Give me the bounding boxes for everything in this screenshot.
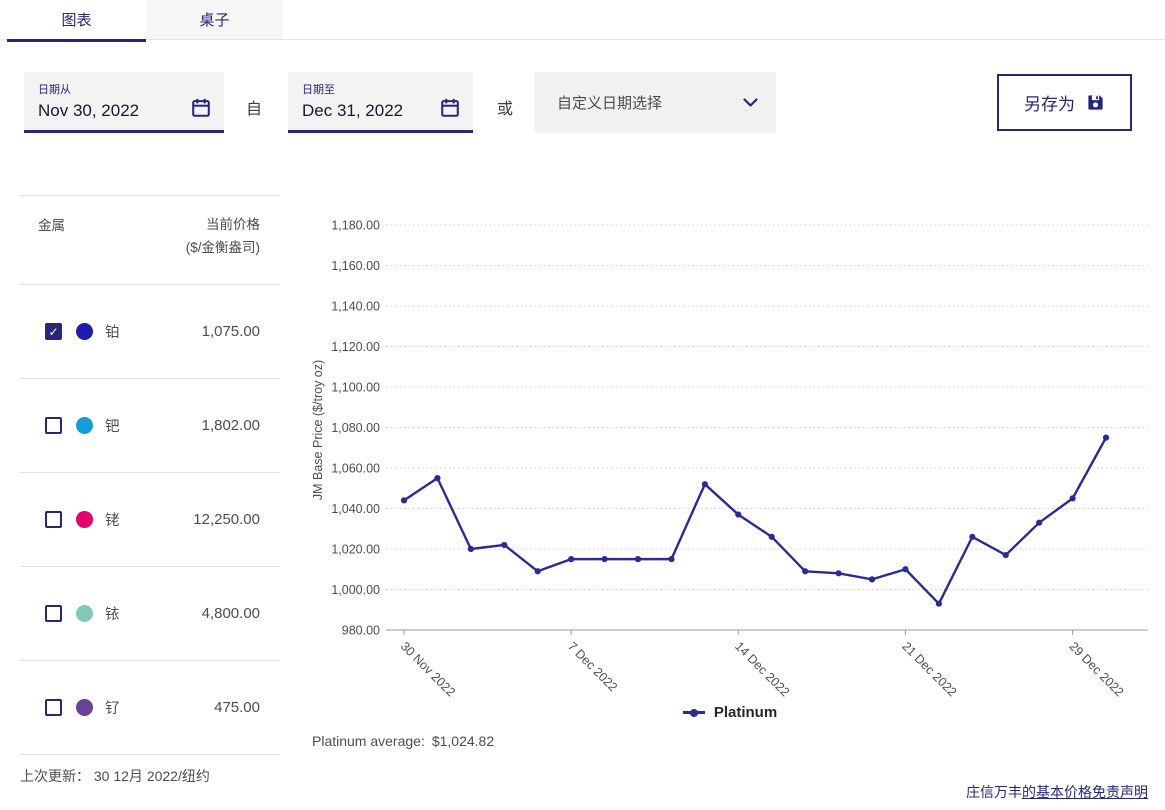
from-connector-label: 自 [246,95,262,119]
metal-checkbox[interactable] [45,417,62,434]
calendar-icon[interactable] [190,97,212,124]
metal-price: 475.00 [214,699,260,716]
metal-color-dot [76,605,93,622]
date-preset-dropdown[interactable]: 自定义日期选择 [535,72,776,133]
disclaimer-link[interactable]: 的基本价格免责声明 [1022,784,1148,800]
svg-text:JM Base Price ($/troy oz): JM Base Price ($/troy oz) [311,360,325,500]
metal-price: 1,075.00 [202,323,260,340]
tab-table[interactable]: 桌子 [146,0,283,39]
date-from-field[interactable]: 日期从 Nov 30, 2022 [24,72,224,133]
save-as-label: 另存为 [1024,90,1075,115]
svg-text:29 Dec 2022: 29 Dec 2022 [1066,639,1126,699]
svg-text:1,160.00: 1,160.00 [331,259,380,273]
tab-chart-label: 图表 [61,9,91,30]
metal-name: 钌 [105,697,120,718]
svg-text:1,140.00: 1,140.00 [331,300,380,314]
metal-row: 钯 1,802.00 [20,379,280,473]
date-to-label: 日期至 [302,81,459,97]
date-to-value: Dec 31, 2022 [302,101,459,121]
tabs-divider [0,39,1165,40]
metal-row: 铑 12,250.00 [20,473,280,567]
metal-row: ✓ 铂 1,075.00 [20,285,280,379]
price-column-header: 当前价格 ($/金衡盎司) [186,214,260,284]
save-as-button[interactable]: 另存为 [997,74,1132,131]
price-header-line1: 当前价格 [206,217,260,232]
metal-name: 钯 [105,415,120,436]
metals-panel: 金属 当前价格 ($/金衡盎司) ✓ 铂 1,075.00 钯 1,802.00 铑 12,… [20,195,280,755]
date-preset-value: 自定义日期选择 [557,92,662,113]
legend-dot-marker [690,709,698,717]
metal-checkbox[interactable] [45,511,62,528]
metal-color-dot [76,417,93,434]
disclaimer: 庄信万丰的基本价格免责声明 [966,782,1148,802]
svg-text:30 Nov 2022: 30 Nov 2022 [398,639,458,699]
series-average-text: Platinum average: $1,024.82 [312,733,494,749]
svg-text:980.00: 980.00 [342,624,380,638]
svg-text:1,040.00: 1,040.00 [331,502,380,516]
save-floppy-icon [1086,93,1105,112]
svg-text:1,180.00: 1,180.00 [331,219,380,233]
or-connector-label: 或 [497,95,513,119]
metal-color-dot [76,323,93,340]
metal-color-dot [76,511,93,528]
metal-row: 铱 4,800.00 [20,567,280,661]
metal-column-header: 金属 [38,214,65,284]
tab-chart[interactable]: 图表 [7,0,146,42]
svg-text:1,020.00: 1,020.00 [331,543,380,557]
date-from-label: 日期从 [38,81,210,97]
metal-name: 铂 [105,321,120,342]
metals-list: ✓ 铂 1,075.00 钯 1,802.00 铑 12,250.00 铱 4,800.00 钌 4… [20,285,280,755]
svg-text:1,100.00: 1,100.00 [331,381,380,395]
calendar-icon[interactable] [439,97,461,124]
svg-text:1,120.00: 1,120.00 [331,340,380,354]
date-to-field[interactable]: 日期至 Dec 31, 2022 [288,72,473,133]
svg-text:1,080.00: 1,080.00 [331,421,380,435]
svg-text:1,000.00: 1,000.00 [331,583,380,597]
metal-price: 1,802.00 [202,417,260,434]
metal-name: 铑 [105,509,120,530]
average-value: $1,024.82 [432,733,494,749]
average-label: Platinum average: [312,733,425,749]
svg-text:21 Dec 2022: 21 Dec 2022 [899,639,959,699]
disclaimer-prefix: 庄信万丰 [966,784,1022,800]
metal-name: 铱 [105,603,120,624]
metal-row: 钌 475.00 [20,661,280,755]
last-updated-text: 上次更新： 30 12月 2022/纽约 [20,766,210,786]
price-chart: 1,180.00 1,160.00 1,140.00 1,120.00 1,100.00… [300,200,1160,720]
svg-text:1,060.00: 1,060.00 [331,462,380,476]
metal-checkbox[interactable] [45,699,62,716]
legend-line-marker [683,711,705,714]
price-header-line2: ($/金衡盎司) [186,240,260,255]
metal-price: 4,800.00 [202,605,260,622]
date-from-value: Nov 30, 2022 [38,101,210,121]
chevron-down-icon [743,98,758,108]
metal-color-dot [76,699,93,716]
metal-checkbox[interactable]: ✓ [45,323,62,340]
svg-text:14 Dec 2022: 14 Dec 2022 [732,639,792,699]
metal-price: 12,250.00 [193,511,260,528]
legend-series-label: Platinum [714,704,777,721]
metals-header: 金属 当前价格 ($/金衡盎司) [20,195,280,285]
tab-table-label: 桌子 [199,9,229,30]
metal-checkbox[interactable] [45,605,62,622]
svg-text:7 Dec 2022: 7 Dec 2022 [565,639,620,694]
chart-legend: Platinum [300,704,1160,721]
